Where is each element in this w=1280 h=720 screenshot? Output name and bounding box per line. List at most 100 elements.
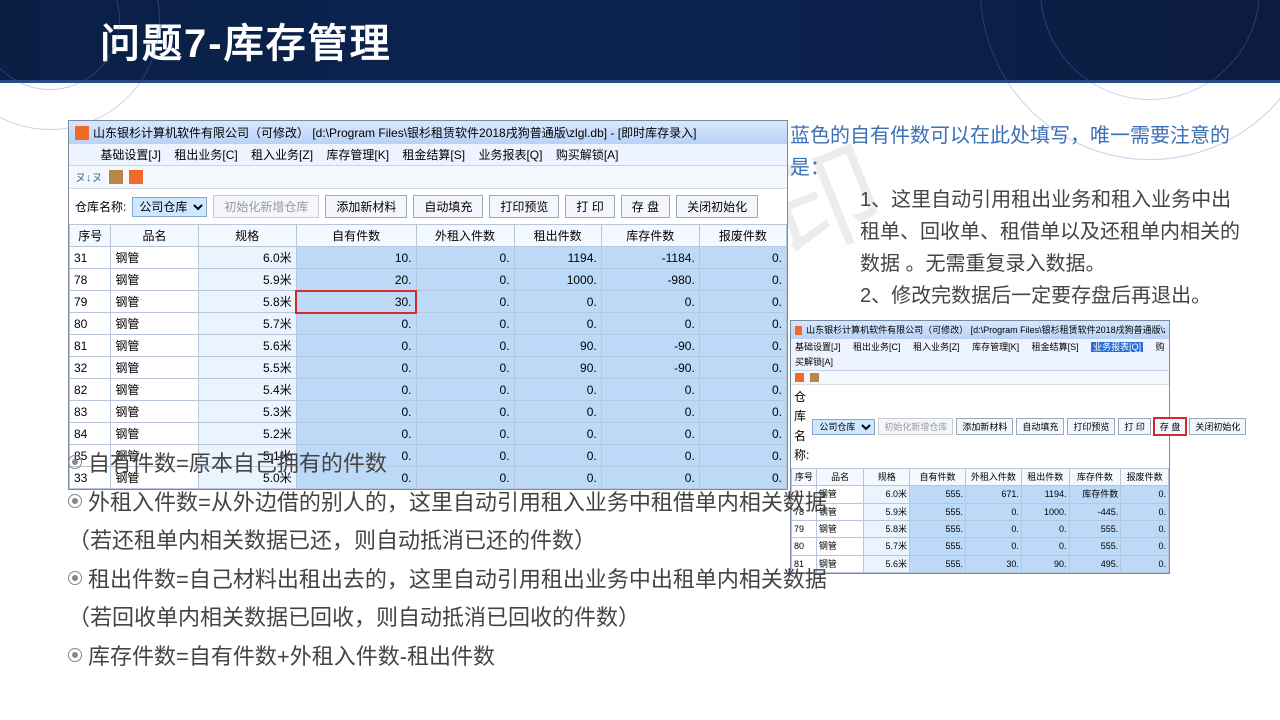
print-preview-button[interactable]: 打印预览 xyxy=(489,195,559,218)
menu-item[interactable]: 租入业务[Z] xyxy=(913,342,960,352)
table-row[interactable]: 83钢管5.3米0.0.0.0.0. xyxy=(70,401,787,423)
autofill-button[interactable]: 自动填充 xyxy=(1016,418,1064,435)
cell[interactable]: 钢管 xyxy=(111,313,198,335)
cell[interactable]: 0. xyxy=(699,357,786,379)
cell[interactable]: 0. xyxy=(699,401,786,423)
cell[interactable]: 0. xyxy=(699,269,786,291)
save-button[interactable]: 存 盘 xyxy=(621,195,670,218)
cell[interactable]: 5.7米 xyxy=(198,313,296,335)
cell[interactable]: 5.4米 xyxy=(198,379,296,401)
cell[interactable]: 81 xyxy=(70,335,111,357)
toolbar-icon[interactable] xyxy=(795,373,804,382)
cell[interactable]: 0. xyxy=(296,335,416,357)
menu-item[interactable]: 业务报表[Q] xyxy=(478,148,542,162)
cell[interactable]: 0. xyxy=(699,247,786,269)
cell[interactable]: 0. xyxy=(514,379,601,401)
cell[interactable]: 20. xyxy=(296,269,416,291)
cell[interactable]: 0. xyxy=(296,313,416,335)
cell[interactable]: 0. xyxy=(296,423,416,445)
cell[interactable]: 0. xyxy=(601,401,699,423)
cell[interactable]: 84 xyxy=(70,423,111,445)
save-button[interactable]: 存 盘 xyxy=(1154,418,1187,435)
table-row[interactable]: 82钢管5.4米0.0.0.0.0. xyxy=(70,379,787,401)
cell[interactable]: 0. xyxy=(416,335,514,357)
toolbar-icon[interactable] xyxy=(810,373,819,382)
cell[interactable]: 31 xyxy=(70,247,111,269)
cell[interactable]: 钢管 xyxy=(111,335,198,357)
init-warehouse-button[interactable]: 初始化新增仓库 xyxy=(878,418,953,435)
cell[interactable]: 0. xyxy=(296,379,416,401)
cell[interactable]: -90. xyxy=(601,357,699,379)
cell[interactable]: 1194. xyxy=(514,247,601,269)
menu-item[interactable]: 基础设置[J] xyxy=(795,342,841,352)
print-button[interactable]: 打 印 xyxy=(565,195,614,218)
table-row[interactable]: 78钢管5.9米20.0.1000.-980.0. xyxy=(70,269,787,291)
print-button[interactable]: 打 印 xyxy=(1118,418,1151,435)
cell[interactable]: 0. xyxy=(416,313,514,335)
table-row[interactable]: 79钢管5.8米30.0.0.0.0. xyxy=(70,291,787,313)
cell[interactable]: 0. xyxy=(601,291,699,313)
cell[interactable]: 钢管 xyxy=(111,269,198,291)
cell[interactable]: 83 xyxy=(70,401,111,423)
cell[interactable]: 0. xyxy=(514,313,601,335)
cell[interactable]: 79 xyxy=(70,291,111,313)
cell[interactable]: 0. xyxy=(416,357,514,379)
menu-item[interactable]: 租金结算[S] xyxy=(1032,342,1079,352)
cell[interactable]: -1184. xyxy=(601,247,699,269)
table-row[interactable]: 81钢管5.6米0.0.90.-90.0. xyxy=(70,335,787,357)
cell[interactable]: 0. xyxy=(296,401,416,423)
menu-item[interactable]: 库存管理[K] xyxy=(972,342,1019,352)
toolbar-icon[interactable]: ヌ↓ヌ xyxy=(75,169,103,185)
autofill-button[interactable]: 自动填充 xyxy=(413,195,483,218)
cell[interactable]: 80 xyxy=(70,313,111,335)
cell[interactable]: 钢管 xyxy=(111,247,198,269)
cell[interactable]: 5.8米 xyxy=(198,291,296,313)
cell[interactable]: 0. xyxy=(601,313,699,335)
cell[interactable]: 钢管 xyxy=(111,423,198,445)
menu-item[interactable]: 业务报表[Q] xyxy=(1091,342,1143,352)
cell[interactable]: -90. xyxy=(601,335,699,357)
cell[interactable]: 0. xyxy=(514,423,601,445)
cell[interactable]: 0. xyxy=(699,313,786,335)
cell[interactable]: 6.0米 xyxy=(198,247,296,269)
table-row[interactable]: 31钢管6.0米10.0.1194.-1184.0. xyxy=(70,247,787,269)
cell[interactable]: 5.9米 xyxy=(198,269,296,291)
cell[interactable]: 5.2米 xyxy=(198,423,296,445)
cell[interactable]: 90. xyxy=(514,335,601,357)
cell[interactable]: 0. xyxy=(699,335,786,357)
cell[interactable]: 30. xyxy=(296,291,416,313)
menu-item[interactable]: 购买解锁[A] xyxy=(556,148,619,162)
warehouse-select[interactable]: 公司仓库 xyxy=(812,419,875,435)
table-row[interactable]: 32钢管5.5米0.0.90.-90.0. xyxy=(70,357,787,379)
cell[interactable]: 0. xyxy=(601,379,699,401)
cell[interactable]: 0. xyxy=(514,401,601,423)
add-material-button[interactable]: 添加新材料 xyxy=(956,418,1013,435)
cell[interactable]: 5.3米 xyxy=(198,401,296,423)
cell[interactable]: 90. xyxy=(514,357,601,379)
table-row[interactable]: 84钢管5.2米0.0.0.0.0. xyxy=(70,423,787,445)
menu-item[interactable]: 租出业务[C] xyxy=(174,148,237,162)
cell[interactable]: 0. xyxy=(416,269,514,291)
cell[interactable]: 0. xyxy=(416,379,514,401)
cell[interactable]: 82 xyxy=(70,379,111,401)
cell[interactable]: 5.5米 xyxy=(198,357,296,379)
print-preview-button[interactable]: 打印预览 xyxy=(1067,418,1115,435)
cell[interactable]: 1000. xyxy=(514,269,601,291)
cell[interactable]: 0. xyxy=(416,247,514,269)
cell[interactable]: 0. xyxy=(699,379,786,401)
cell[interactable]: 0. xyxy=(416,291,514,313)
cell[interactable]: 钢管 xyxy=(111,291,198,313)
cell[interactable]: 0. xyxy=(601,423,699,445)
toolbar-icon[interactable] xyxy=(129,170,143,184)
menu-item[interactable]: 库存管理[K] xyxy=(326,148,389,162)
cell[interactable]: 0. xyxy=(699,291,786,313)
init-warehouse-button[interactable]: 初始化新增仓库 xyxy=(213,195,319,218)
cell[interactable]: 10. xyxy=(296,247,416,269)
cell[interactable]: 钢管 xyxy=(111,401,198,423)
cell[interactable]: 钢管 xyxy=(111,379,198,401)
cell[interactable]: 78 xyxy=(70,269,111,291)
toolbar-icon[interactable] xyxy=(109,170,123,184)
close-init-button[interactable]: 关闭初始化 xyxy=(676,195,758,218)
table-row[interactable]: 80钢管5.7米0.0.0.0.0. xyxy=(70,313,787,335)
cell[interactable]: 0. xyxy=(296,357,416,379)
